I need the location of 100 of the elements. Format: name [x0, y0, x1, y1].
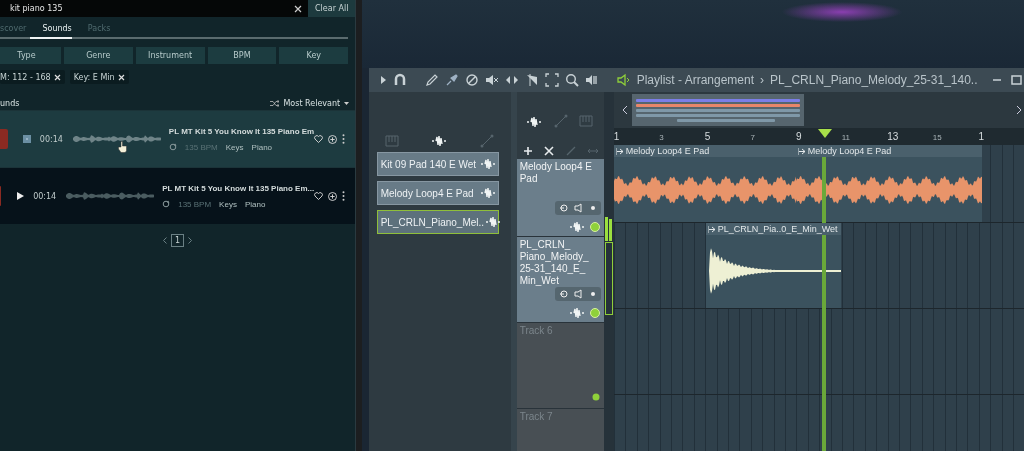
- sort-dropdown[interactable]: Most Relevant: [270, 98, 350, 108]
- mute-icon[interactable]: [484, 73, 499, 87]
- hand-cursor-icon: [118, 141, 127, 153]
- magnet-icon[interactable]: [392, 73, 407, 87]
- clip-source-item[interactable]: Melody Loop4 E Pad: [376, 181, 499, 205]
- mute-toggle-icon[interactable]: [589, 308, 600, 318]
- chevron-right-icon[interactable]: [188, 237, 193, 244]
- shuffle-icon: [270, 99, 280, 107]
- tab[interactable]: Sounds: [42, 24, 72, 33]
- playback-icon[interactable]: [584, 73, 599, 87]
- waveform[interactable]: [66, 190, 155, 202]
- bar-number: 9: [796, 131, 802, 142]
- add-icon[interactable]: [328, 134, 338, 144]
- more-icon[interactable]: [342, 191, 346, 201]
- search-field[interactable]: kit piano 135: [0, 4, 295, 13]
- bar-number: 13: [887, 131, 899, 142]
- play-icon[interactable]: [17, 192, 25, 200]
- waveform-icon[interactable]: [527, 116, 544, 128]
- heart-icon[interactable]: [314, 192, 324, 200]
- bar-number: 5: [704, 131, 711, 142]
- waveform-icon: [569, 307, 584, 319]
- waveform-icon: [480, 158, 495, 170]
- pattern-name[interactable]: PL_CRLN_Piano_Melody_25-31_140..: [770, 73, 984, 87]
- bar-number: 3: [659, 133, 664, 142]
- pencil-icon[interactable]: [424, 73, 439, 87]
- record-dot-icon[interactable]: [588, 289, 597, 299]
- chevron-left-icon[interactable]: [163, 237, 168, 244]
- heart-icon[interactable]: [314, 135, 324, 143]
- audio-clip[interactable]: Melody Loop4 E Pad: [613, 145, 796, 222]
- close-icon[interactable]: [53, 73, 61, 81]
- delete-icon[interactable]: [464, 73, 479, 87]
- stop-icon[interactable]: [22, 135, 31, 143]
- bar-number: 11: [841, 133, 850, 142]
- volume-icon[interactable]: [573, 203, 584, 213]
- filter-button[interactable]: Genre: [63, 47, 133, 64]
- sound-title[interactable]: PL MT Kit 5 You Know It 135 Piano Em: [168, 126, 315, 136]
- close-icon[interactable]: [294, 4, 303, 13]
- clip-source-item[interactable]: Kit 09 Pad 140 E Wet: [376, 152, 499, 176]
- tag-label[interactable]: Piano: [251, 142, 273, 152]
- solo-icon[interactable]: [558, 289, 569, 299]
- waveform-icon: [480, 187, 495, 199]
- zoom-icon[interactable]: [564, 73, 579, 87]
- loop-icon: [162, 200, 171, 208]
- clip-source-item[interactable]: PL_CRLN_Piano_Mel..: [376, 210, 499, 234]
- filter-button[interactable]: Type: [0, 47, 61, 64]
- duration: 00:14: [39, 134, 63, 144]
- filter-button[interactable]: Key: [279, 47, 349, 64]
- track-name: Melody Loop4 E Pad: [518, 160, 593, 185]
- section-heading: unds: [0, 98, 21, 108]
- close-icon[interactable]: [117, 73, 125, 81]
- bar-number: 1: [978, 131, 984, 142]
- mute-toggle-icon[interactable]: [589, 222, 600, 232]
- audio-clip[interactable]: PL_CRLN_Pia..0_E_Min_Wet: [705, 223, 841, 308]
- clip-arrow-icon: [615, 147, 623, 155]
- bar-number: 15: [932, 133, 942, 142]
- clip-arrow-icon: [797, 147, 805, 155]
- mute-toggle-icon[interactable]: [591, 393, 600, 401]
- caret-icon: [344, 101, 350, 105]
- waveform-icon: [569, 221, 584, 233]
- clear-all-button[interactable]: Clear All: [308, 0, 356, 17]
- tag-label[interactable]: Keys: [225, 142, 244, 152]
- brush-icon[interactable]: [444, 73, 459, 87]
- sound-row[interactable]: 00:14 PL MT Kit 5 You Know It 135 Piano Em... 135 BPM Keys Piano: [0, 167, 356, 224]
- track-header[interactable]: PL_CRLN_Piano_Melody_25-31_140_E_Min_Wet: [516, 237, 604, 323]
- audio-clip[interactable]: Melody Loop4 E Pad: [795, 145, 982, 222]
- filter-button[interactable]: Instrument: [135, 47, 205, 64]
- breadcrumb-separator: ›: [760, 73, 765, 87]
- filter-button[interactable]: BPM: [207, 47, 277, 64]
- filter-chip[interactable]: M: 112 - 168: [0, 70, 65, 84]
- add-icon[interactable]: [328, 191, 338, 201]
- maximize-icon[interactable]: [1010, 73, 1024, 87]
- sound-title[interactable]: PL MT Kit 5 You Know It 135 Piano Em...: [162, 183, 315, 193]
- record-dot-icon[interactable]: [588, 203, 597, 213]
- select-icon[interactable]: [544, 73, 559, 87]
- tag-label[interactable]: Piano: [244, 199, 266, 209]
- track-header[interactable]: Melody Loop4 E Pad: [516, 159, 604, 237]
- solo-icon[interactable]: [558, 203, 569, 213]
- waveform-icon: [486, 216, 501, 228]
- clip-label: PL_CRLN_Pia..0_E_Min_Wet: [717, 224, 838, 234]
- waveform[interactable]: [72, 133, 161, 145]
- close-icon[interactable]: [542, 143, 557, 158]
- track-name: PL_CRLN_Piano_Melody_25-31_140_E_Min_Wet: [518, 238, 590, 287]
- more-icon[interactable]: [342, 134, 346, 144]
- speaker-icon: [616, 73, 631, 87]
- slip-icon[interactable]: [504, 73, 519, 87]
- tag-label[interactable]: Keys: [219, 199, 237, 209]
- clip-label: Melody Loop4 E Pad: [625, 146, 710, 156]
- album-art: [0, 129, 8, 149]
- volume-icon[interactable]: [573, 289, 584, 299]
- clip-arrow-icon: [707, 225, 715, 233]
- chip-label: Key: E Min: [73, 72, 115, 82]
- chevron-right-icon[interactable]: [1016, 103, 1024, 117]
- chip-label: M: 112 - 168: [0, 72, 51, 82]
- waveform-icon[interactable]: [431, 135, 448, 147]
- duration: 00:14: [33, 191, 57, 201]
- page-number[interactable]: 1: [171, 234, 185, 247]
- bar-number: 1: [613, 131, 620, 142]
- bar-number: 7: [750, 133, 755, 142]
- window-title: Playlist - Arrangement: [636, 73, 755, 87]
- filter-chip[interactable]: Key: E Min: [69, 70, 129, 84]
